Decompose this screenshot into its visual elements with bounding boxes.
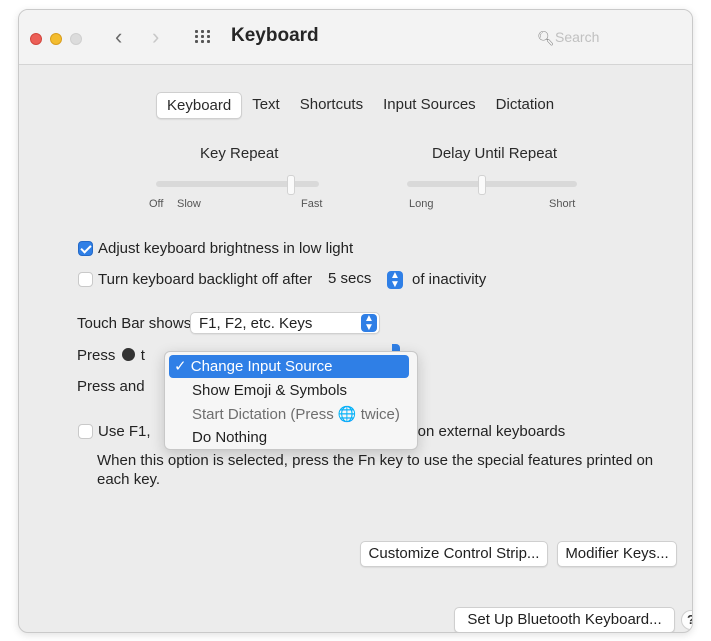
delay-until-repeat-slider[interactable] [407,181,577,187]
tab-bar: Keyboard Text Shortcuts Input Sources Di… [156,92,564,119]
show-all-grid-icon[interactable] [195,30,213,44]
customize-control-strip-button[interactable]: Customize Control Strip... [360,541,548,567]
tab-dictation[interactable]: Dictation [486,92,564,117]
touch-bar-shows-value: F1, F2, etc. Keys [199,315,313,332]
menu-item-label: Change Input Source [190,358,333,375]
key-repeat-slow-label: Slow [177,198,201,210]
adjust-brightness-checkbox[interactable] [78,241,93,256]
globe-key-action-menu: ✓ Change Input Source Show Emoji & Symbo… [164,351,418,450]
press-and-hold-label: Press and [77,378,145,395]
backlight-off-checkbox[interactable] [78,272,93,287]
key-repeat-off-label: Off [149,198,164,210]
keyboard-preferences-window: ‹ › Keyboard 🔍︎ Keyboard Text Shortcuts … [18,9,693,633]
close-window-button[interactable] [30,33,42,45]
touch-bar-stepper-icon[interactable]: ▲ ▼ [361,314,377,333]
backlight-inactivity-suffix: of inactivity [412,271,487,288]
function-keys-description: When this option is selected, press the … [97,452,654,488]
menu-item-start-dictation[interactable]: Start Dictation (Press 🌐 twice) [169,403,409,426]
menu-item-change-input-source[interactable]: ✓ Change Input Source [169,355,409,378]
press-globe-label: Press t [77,347,145,364]
search-input[interactable] [553,26,667,48]
back-chevron-icon[interactable]: ‹ [115,26,122,48]
title-bar: ‹ › Keyboard 🔍︎ [19,10,692,65]
minimize-window-button[interactable] [50,33,62,45]
delay-until-repeat-slider-knob[interactable] [478,175,486,195]
delay-long-label: Long [409,198,434,210]
window-title: Keyboard [231,25,319,46]
tab-text[interactable]: Text [242,92,290,117]
globe-icon [121,348,135,361]
modifier-keys-button[interactable]: Modifier Keys... [557,541,677,567]
key-repeat-label: Key Repeat [200,145,279,162]
tab-keyboard[interactable]: Keyboard [156,92,243,119]
key-repeat-slider-knob[interactable] [287,175,295,195]
touch-bar-shows-select[interactable]: F1, F2, etc. Keys [190,312,380,334]
delay-short-label: Short [549,198,576,210]
adjust-brightness-label: Adjust keyboard brightness in low light [98,240,354,257]
use-function-keys-label-end: s on external keyboards [406,423,566,440]
tab-shortcuts[interactable]: Shortcuts [290,92,373,117]
touch-bar-shows-label: Touch Bar shows [77,315,192,332]
search-field[interactable]: 🔍︎ [537,26,675,50]
delay-until-repeat-label: Delay Until Repeat [432,145,558,162]
backlight-off-label: Turn keyboard backlight off after [98,271,313,288]
tab-input-sources[interactable]: Input Sources [373,92,486,117]
set-up-bluetooth-keyboard-button[interactable]: Set Up Bluetooth Keyboard... [454,607,675,632]
press-globe-prefix: Press [77,347,116,364]
menu-item-do-nothing[interactable]: Do Nothing [169,426,409,449]
backlight-duration-value: 5 secs [328,270,372,287]
backlight-duration-stepper-icon[interactable]: ▲ ▼ [387,271,403,290]
press-globe-cut-text: t [140,347,145,364]
menu-item-show-emoji-symbols[interactable]: Show Emoji & Symbols [169,379,409,402]
checkmark-icon: ✓ [174,358,187,375]
key-repeat-fast-label: Fast [301,198,323,210]
zoom-window-button[interactable] [70,33,82,45]
use-function-keys-checkbox[interactable] [78,424,93,439]
use-function-keys-label-start: Use F1, [98,423,151,440]
help-button[interactable]: ? [681,610,692,630]
forward-chevron-icon[interactable]: › [152,26,159,48]
